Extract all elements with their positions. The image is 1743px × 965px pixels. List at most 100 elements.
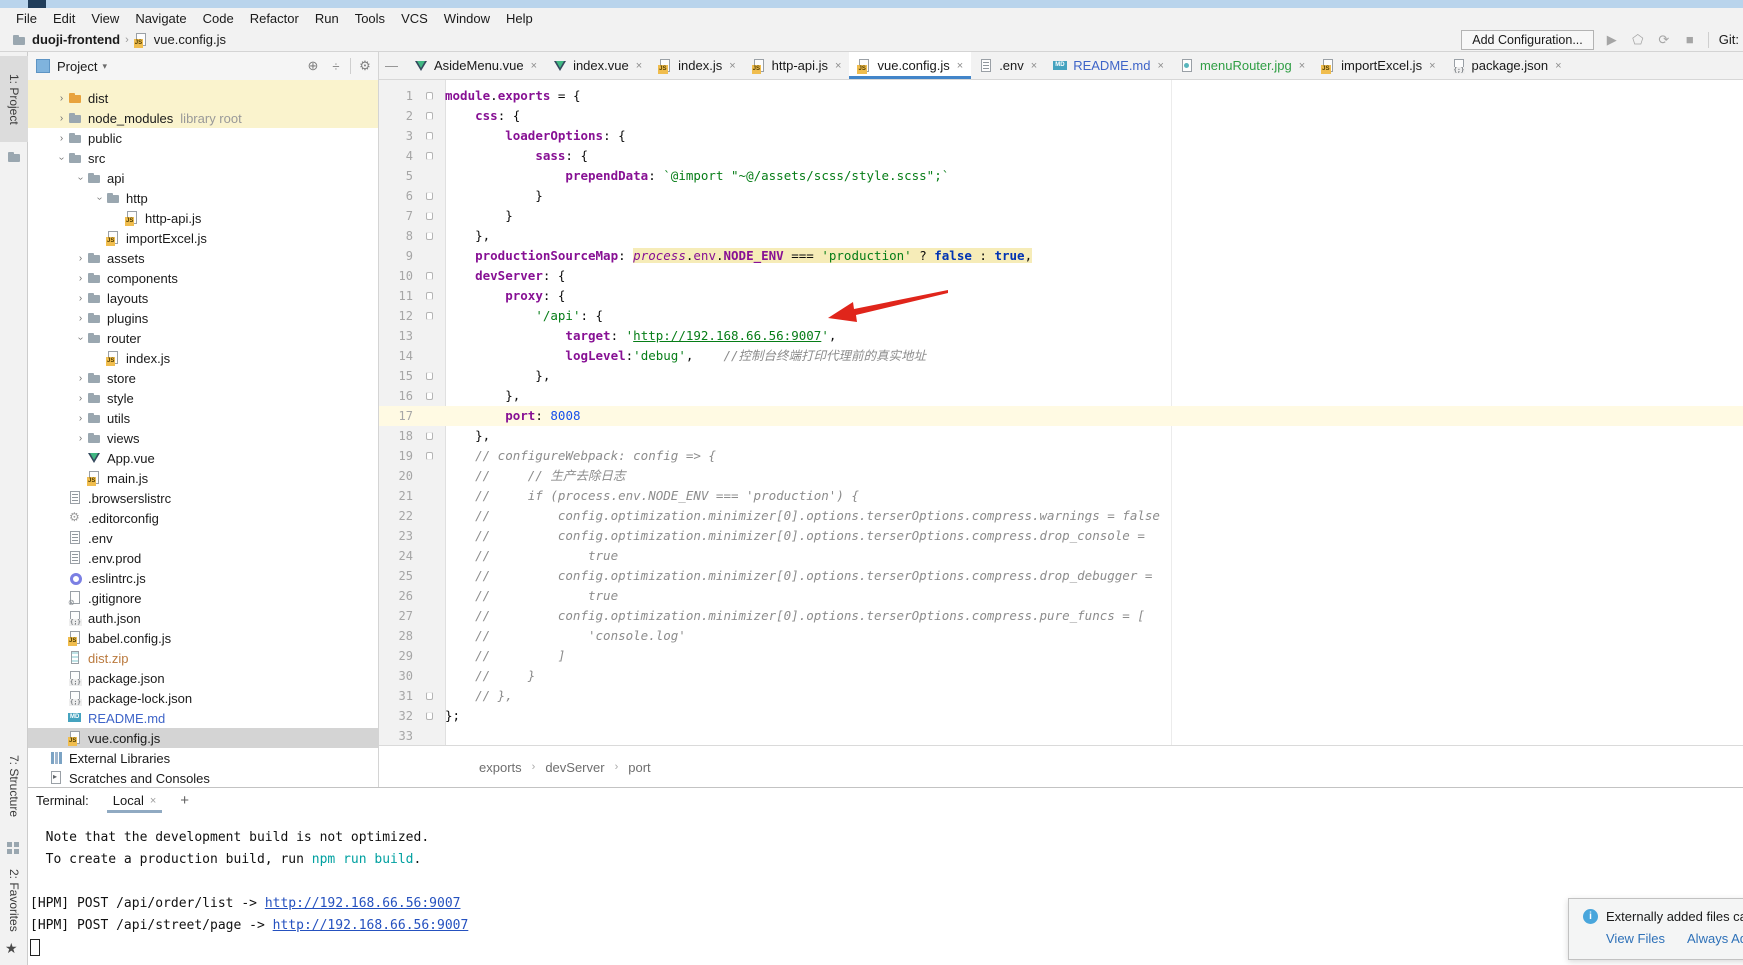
add-configuration-button[interactable]: Add Configuration...	[1461, 30, 1594, 50]
menu-run[interactable]: Run	[307, 11, 347, 26]
menu-refactor[interactable]: Refactor	[242, 11, 307, 26]
terminal-link[interactable]: http://192.168.66.56:9007	[265, 896, 461, 911]
tab-asidemenu-vue[interactable]: AsideMenu.vue×	[406, 52, 545, 79]
menu-navigate[interactable]: Navigate	[127, 11, 194, 26]
close-icon[interactable]: ×	[150, 795, 156, 807]
tool-window-button-project[interactable]: 1: Project	[0, 56, 28, 142]
new-terminal-session-icon[interactable]: +	[180, 792, 189, 809]
tab-readme-md[interactable]: README.md×	[1045, 52, 1172, 79]
hide-panel-icon[interactable]: —	[385, 58, 398, 73]
tree-item-assets[interactable]: ›assets	[28, 248, 378, 268]
code-line-28[interactable]: 28 // 'console.log'	[379, 626, 1743, 646]
editor-breadcrumb-exports[interactable]: exports	[479, 760, 522, 775]
tree-item-vue-config-js[interactable]: vue.config.js	[28, 728, 378, 748]
breadcrumb-file[interactable]: vue.config.js	[154, 32, 226, 47]
chevron-down-icon[interactable]: ›	[94, 192, 105, 205]
chevron-right-icon[interactable]: ›	[55, 133, 68, 144]
editor-breadcrumb-devserver[interactable]: devServer	[545, 760, 604, 775]
fold-start-icon[interactable]	[426, 292, 433, 300]
terminal-tab-local[interactable]: Local ×	[107, 788, 163, 813]
tab-index-js[interactable]: index.js×	[650, 52, 744, 79]
menu-vcs[interactable]: VCS	[393, 11, 436, 26]
tree-item-layouts[interactable]: ›layouts	[28, 288, 378, 308]
run-with-coverage-icon[interactable]: ⟳	[1656, 32, 1672, 48]
chevron-right-icon[interactable]: ›	[74, 413, 87, 424]
fold-start-icon[interactable]	[426, 272, 433, 280]
code-line-29[interactable]: 29 // ]	[379, 646, 1743, 666]
code-line-9[interactable]: 9 productionSourceMap: process.env.NODE_…	[379, 246, 1743, 266]
chevron-down-icon[interactable]: ›	[75, 172, 86, 185]
panel-settings-icon[interactable]: ⚙	[356, 58, 374, 74]
tree-item-readme-md[interactable]: README.md	[28, 708, 378, 728]
notification-link-view-files[interactable]: View Files	[1606, 931, 1665, 946]
run-icon[interactable]: ▶	[1604, 32, 1620, 48]
notification-link-always-add[interactable]: Always Add	[1687, 931, 1743, 946]
close-icon[interactable]: ×	[835, 60, 841, 72]
chevron-down-icon[interactable]: ▾	[102, 61, 107, 72]
fold-start-icon[interactable]	[426, 452, 433, 460]
git-branch-label[interactable]: Git:	[1719, 32, 1739, 47]
locate-file-icon[interactable]: ⊕	[304, 58, 322, 74]
tree-item-external-libraries[interactable]: External Libraries	[28, 748, 378, 768]
tree-item-components[interactable]: ›components	[28, 268, 378, 288]
code-line-12[interactable]: 12 '/api': {	[379, 306, 1743, 326]
fold-start-icon[interactable]	[426, 112, 433, 120]
menu-tools[interactable]: Tools	[347, 11, 393, 26]
code-line-4[interactable]: 4 sass: {	[379, 146, 1743, 166]
tree-item-views[interactable]: ›views	[28, 428, 378, 448]
tree-item-dist[interactable]: ›dist	[28, 88, 378, 108]
chevron-right-icon[interactable]: ›	[74, 253, 87, 264]
code-line-19[interactable]: 19 // configureWebpack: config => {	[379, 446, 1743, 466]
close-icon[interactable]: ×	[1299, 60, 1305, 72]
tree-item-editorconfig[interactable]: .editorconfig	[28, 508, 378, 528]
fold-end-icon[interactable]	[426, 692, 433, 700]
code-line-6[interactable]: 6 }	[379, 186, 1743, 206]
fold-end-icon[interactable]	[426, 372, 433, 380]
project-panel-title[interactable]: Project	[57, 59, 97, 74]
editor-breadcrumb-port[interactable]: port	[628, 760, 650, 775]
code-line-7[interactable]: 7 }	[379, 206, 1743, 226]
fold-end-icon[interactable]	[426, 212, 433, 220]
tool-window-button-favorites[interactable]: 2: Favorites	[0, 858, 28, 942]
close-icon[interactable]: ×	[636, 60, 642, 72]
close-icon[interactable]: ×	[729, 60, 735, 72]
code-line-31[interactable]: 31 // },	[379, 686, 1743, 706]
fold-end-icon[interactable]	[426, 392, 433, 400]
tree-item-env-prod[interactable]: .env.prod	[28, 548, 378, 568]
menu-view[interactable]: View	[83, 11, 127, 26]
code-line-32[interactable]: 32};	[379, 706, 1743, 726]
chevron-down-icon[interactable]: ›	[56, 152, 67, 165]
tab-package-json[interactable]: package.json×	[1444, 52, 1570, 79]
fold-start-icon[interactable]	[426, 312, 433, 320]
chevron-right-icon[interactable]: ›	[74, 433, 87, 444]
menu-edit[interactable]: Edit	[45, 11, 83, 26]
tree-item-package-json[interactable]: package.json	[28, 668, 378, 688]
chevron-right-icon[interactable]: ›	[74, 393, 87, 404]
collapse-all-icon[interactable]: ÷	[327, 59, 345, 74]
fold-end-icon[interactable]	[426, 712, 433, 720]
fold-start-icon[interactable]	[426, 152, 433, 160]
code-line-14[interactable]: 14 logLevel:'debug', //控制台终端打印代理前的真实地址	[379, 346, 1743, 366]
tree-item-utils[interactable]: ›utils	[28, 408, 378, 428]
tree-item-router[interactable]: ›router	[28, 328, 378, 348]
close-icon[interactable]: ×	[1429, 60, 1435, 72]
tool-window-button-structure[interactable]: 7: Structure	[0, 738, 28, 834]
tree-item-style[interactable]: ›style	[28, 388, 378, 408]
code-line-22[interactable]: 22 // config.optimization.minimizer[0].o…	[379, 506, 1743, 526]
tab-http-api-js[interactable]: http-api.js×	[744, 52, 850, 79]
terminal-output[interactable]: Note that the development build is not o…	[28, 813, 1743, 959]
code-line-3[interactable]: 3 loaderOptions: {	[379, 126, 1743, 146]
code-line-15[interactable]: 15 },	[379, 366, 1743, 386]
code-line-23[interactable]: 23 // config.optimization.minimizer[0].o…	[379, 526, 1743, 546]
tree-item-public[interactable]: ›public	[28, 128, 378, 148]
close-icon[interactable]: ×	[1158, 60, 1164, 72]
code-line-21[interactable]: 21 // if (process.env.NODE_ENV === 'prod…	[379, 486, 1743, 506]
fold-end-icon[interactable]	[426, 192, 433, 200]
code-line-16[interactable]: 16 },	[379, 386, 1743, 406]
chevron-right-icon[interactable]: ›	[74, 313, 87, 324]
code-line-20[interactable]: 20 // // 生产去除日志	[379, 466, 1743, 486]
tree-item-http-api-js[interactable]: http-api.js	[28, 208, 378, 228]
fold-end-icon[interactable]	[426, 432, 433, 440]
close-icon[interactable]: ×	[531, 60, 537, 72]
tree-item-env[interactable]: .env	[28, 528, 378, 548]
